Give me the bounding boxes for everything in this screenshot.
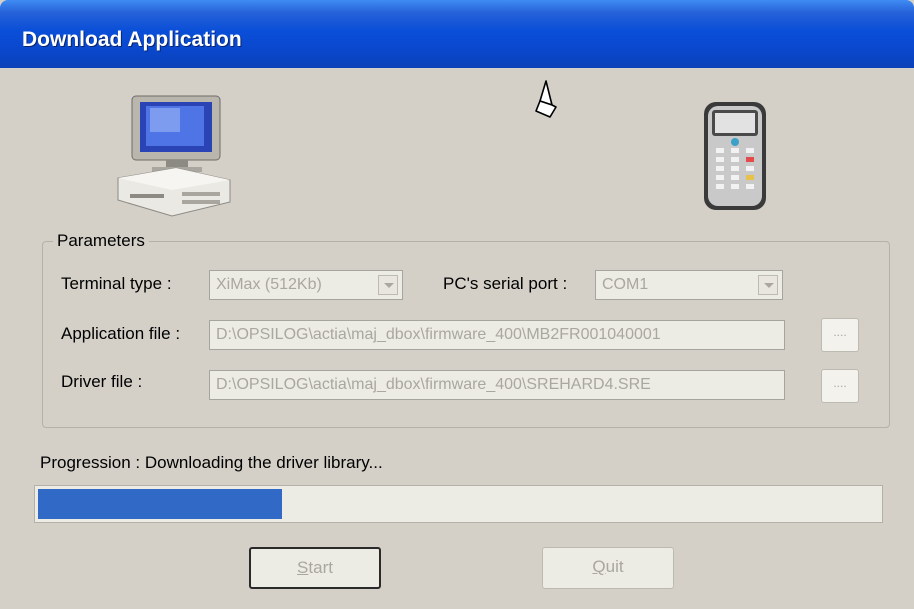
start-accelerator: S [297,558,309,577]
driver-file-label: Driver file : [61,372,143,391]
application-file-field[interactable]: D:\OPSILOG\actia\maj_dbox\firmware_400\M… [209,320,785,350]
quit-button[interactable]: Quit [542,547,674,589]
terminal-type-select[interactable]: XiMax (512Kb) [209,270,403,300]
browse-application-button[interactable]: .... [821,318,859,352]
quit-label: uit [605,557,624,576]
driver-file-field[interactable]: D:\OPSILOG\actia\maj_dbox\firmware_400\S… [209,370,785,400]
start-button[interactable]: Start [249,547,381,589]
application-file-value: D:\OPSILOG\actia\maj_dbox\firmware_400\M… [216,326,661,343]
serial-port-select[interactable]: COM1 [595,270,783,300]
application-file-label: Application file : [61,324,181,343]
quit-accelerator: Q [592,557,606,576]
handheld-terminal-icon [704,102,766,210]
parameters-group-label: Parameters [53,231,149,251]
driver-file-value: D:\OPSILOG\actia\maj_dbox\firmware_400\S… [216,376,651,393]
title-bar[interactable]: Download Application [0,0,914,68]
download-application-window: Download Application Parameters Terminal… [0,0,914,609]
dialog-body: Parameters Terminal type : XiMax (512Kb)… [8,68,906,609]
start-label: tart [308,558,333,577]
progress-bar-fill [38,489,282,519]
terminal-type-label: Terminal type : [61,274,172,293]
progress-label: Progression : Downloading the driver lib… [40,453,383,472]
chevron-down-icon[interactable] [758,275,778,295]
progress-bar [34,485,883,523]
mouse-cursor-icon [535,80,557,118]
window-title: Download Application [22,28,242,51]
terminal-type-value: XiMax (512Kb) [216,276,322,293]
computer-icon [117,95,231,217]
chevron-down-icon[interactable] [378,275,398,295]
serial-port-value: COM1 [602,276,649,293]
browse-driver-button[interactable]: .... [821,369,859,403]
serial-port-label: PC's serial port : [443,274,568,293]
parameters-group: Parameters Terminal type : XiMax (512Kb)… [42,231,890,428]
